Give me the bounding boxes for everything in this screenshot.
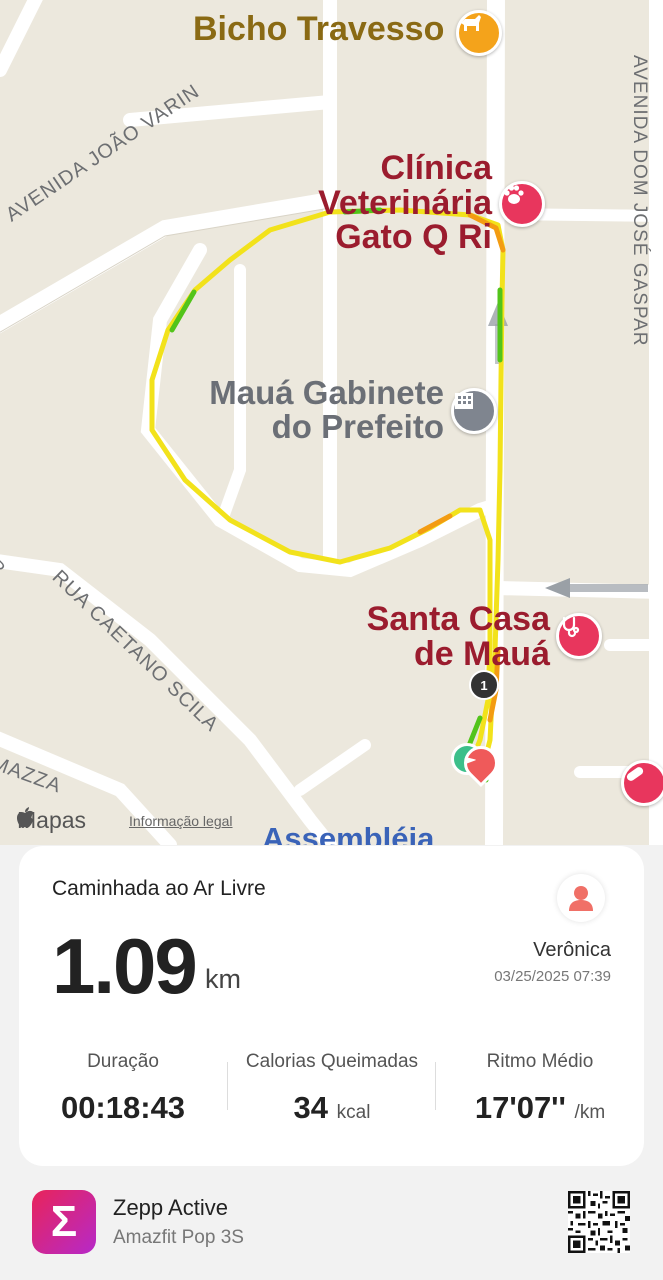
stethoscope-icon[interactable] — [556, 613, 602, 659]
stat-duration: Duração 00:18:43 — [23, 1051, 223, 1126]
poi-label-assembleia[interactable]: Assembléia — [262, 823, 434, 845]
street-label-right-avenue: AVENIDA DOM JOSÉ GASPAR — [629, 55, 650, 347]
map-attribution: Mapas — [16, 807, 86, 834]
activity-timestamp: 03/25/2025 07:39 — [494, 968, 611, 985]
stat-label: Duração — [87, 1051, 159, 1072]
poi-label-line: Mauá Gabinete — [209, 374, 444, 411]
road-top-left — [0, 0, 43, 77]
app-name: Zepp Active — [113, 1195, 228, 1220]
person-icon — [569, 886, 593, 911]
direction-arrows — [488, 302, 648, 598]
apple-logo-icon — [17, 807, 33, 828]
poi-label-clinica-veterinaria[interactable]: Clínica Veterinária Gato Q Ri — [300, 151, 492, 255]
poi-label-line: Veterinária — [318, 183, 492, 222]
legal-info-link[interactable]: Informação legal — [129, 813, 233, 829]
stat-label: Calorias Queimadas — [245, 1051, 419, 1072]
poi-label-line: Clínica — [380, 149, 492, 187]
road-right-avenue — [485, 0, 505, 845]
stat-calories: Calorias Queimadas 34 kcal — [232, 1051, 432, 1126]
road-caetano-scila — [0, 554, 337, 845]
km-marker: 1 — [469, 670, 499, 700]
stat-divider — [227, 1062, 228, 1110]
poi-label-bicho-travesso[interactable]: Bicho Travesso — [193, 12, 444, 47]
activity-title: Caminhada ao Ar Livre — [52, 877, 266, 900]
poi-label-line: Santa Casa — [366, 600, 550, 638]
activity-summary-card: Caminhada ao Ar Livre 1.09 km Verônica 0… — [19, 846, 644, 1166]
stat-value: 00:18:43 — [60, 1090, 186, 1125]
poi-label-line: de Mauá — [413, 634, 550, 673]
avatar[interactable] — [557, 874, 605, 922]
poi-label-maua-gabinete[interactable]: Mauá Gabinete do Prefeito — [180, 376, 444, 443]
poi-label-line: Gato Q Ri — [335, 218, 492, 257]
building-icon[interactable] — [451, 388, 497, 434]
stat-label: Ritmo Médio — [486, 1051, 594, 1072]
stat-value: 17'07'' — [474, 1090, 566, 1125]
poi-label-line: do Prefeito — [271, 407, 444, 445]
road-diagonal-low — [294, 739, 371, 796]
zepp-logo-icon: Σ — [32, 1190, 96, 1254]
distance-value: 1.09 — [52, 922, 198, 1010]
paw-icon[interactable] — [499, 181, 545, 227]
poi-label-santa-casa[interactable]: Santa Casa de Mauá — [355, 602, 550, 671]
stat-value: 34 — [293, 1090, 329, 1125]
user-name: Verônica — [533, 939, 611, 961]
pill-icon[interactable] — [621, 760, 663, 806]
qr-code-icon[interactable] — [568, 1191, 630, 1258]
stat-unit: /km — [574, 1102, 606, 1123]
route-map[interactable]: Bicho Travesso Clínica Veterinária Gato … — [0, 0, 663, 845]
dog-icon[interactable] — [456, 10, 502, 56]
device-name: Amazfit Pop 3S — [113, 1227, 244, 1248]
distance-unit: km — [205, 964, 241, 994]
stat-divider — [435, 1062, 436, 1110]
stat-pace: Ritmo Médio 17'07'' /km — [440, 1051, 640, 1126]
stat-unit: kcal — [336, 1102, 371, 1123]
